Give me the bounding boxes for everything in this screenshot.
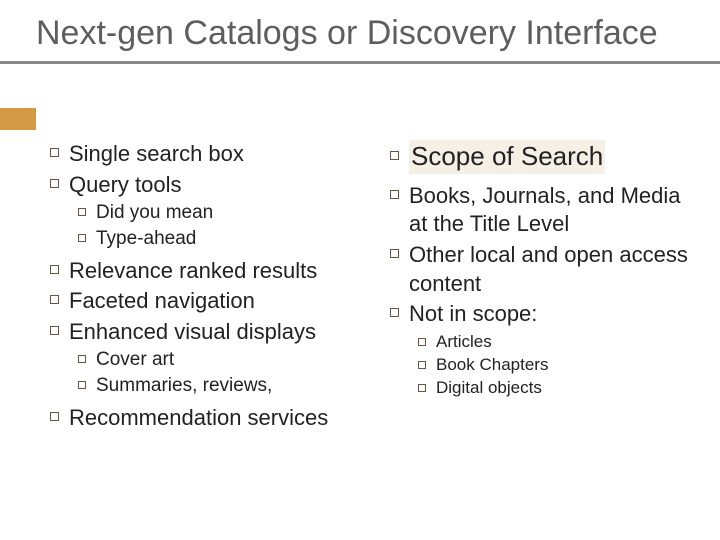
bullet-text: Query tools (69, 171, 182, 200)
bullet-text: Relevance ranked results (69, 257, 317, 286)
bullet-icon (418, 338, 426, 346)
bullet-icon (390, 308, 399, 317)
bullet-text: Single search box (69, 140, 244, 169)
right-column: Scope of Search Books, Journals, and Med… (390, 140, 690, 434)
accent-bar (0, 108, 36, 130)
bullet-icon (50, 265, 59, 274)
subbullet-did-you-mean: Did you mean (78, 201, 390, 226)
bullet-icon (78, 208, 86, 216)
bullet-text: Not in scope: (409, 300, 537, 329)
bullet-icon (50, 326, 59, 335)
bullet-icon (418, 384, 426, 392)
bullet-icon (390, 151, 399, 160)
bullet-other-local: Other local and open access content (390, 241, 690, 298)
bullet-text: Faceted navigation (69, 287, 255, 316)
bullet-text: Enhanced visual displays (69, 318, 316, 347)
bullet-text: Type-ahead (96, 227, 196, 252)
bullet-scope-heading: Scope of Search (390, 140, 690, 174)
subbullet-cover-art: Cover art (78, 348, 390, 373)
left-column: Single search box Query tools Did you me… (50, 140, 390, 434)
subbullet-digital-objects: Digital objects (418, 377, 690, 399)
bullet-icon (390, 249, 399, 258)
bullet-recommendation: Recommendation services (50, 404, 390, 433)
bullet-text: Book Chapters (436, 354, 548, 376)
subbullet-type-ahead: Type-ahead (78, 227, 390, 252)
bullet-icon (78, 355, 86, 363)
bullet-icon (50, 179, 59, 188)
bullet-single-search: Single search box (50, 140, 390, 169)
subbullet-articles: Articles (418, 331, 690, 353)
bullet-query-tools: Query tools (50, 171, 390, 200)
scope-heading-text: Scope of Search (409, 140, 605, 174)
title-underline (0, 61, 720, 64)
bullet-books-journals: Books, Journals, and Media at the Title … (390, 182, 690, 239)
bullet-icon (78, 381, 86, 389)
subbullet-summaries: Summaries, reviews, (78, 374, 390, 399)
bullet-icon (418, 361, 426, 369)
bullet-icon (78, 234, 86, 242)
bullet-text: Books, Journals, and Media at the Title … (409, 182, 690, 239)
bullet-icon (50, 148, 59, 157)
bullet-relevance: Relevance ranked results (50, 257, 390, 286)
bullet-icon (390, 190, 399, 199)
bullet-text: Did you mean (96, 201, 213, 226)
bullet-text: Cover art (96, 348, 174, 373)
bullet-text: Recommendation services (69, 404, 328, 433)
bullet-icon (50, 295, 59, 304)
bullet-not-in-scope: Not in scope: (390, 300, 690, 329)
content-area: Single search box Query tools Did you me… (50, 140, 700, 434)
bullet-text: Digital objects (436, 377, 542, 399)
bullet-text: Other local and open access content (409, 241, 690, 298)
subbullet-book-chapters: Book Chapters (418, 354, 690, 376)
bullet-faceted: Faceted navigation (50, 287, 390, 316)
bullet-icon (50, 412, 59, 421)
bullet-enhanced-visual: Enhanced visual displays (50, 318, 390, 347)
bullet-text: Summaries, reviews, (96, 374, 272, 399)
slide-title: Next-gen Catalogs or Discovery Interface (36, 14, 720, 53)
bullet-text: Articles (436, 331, 492, 353)
